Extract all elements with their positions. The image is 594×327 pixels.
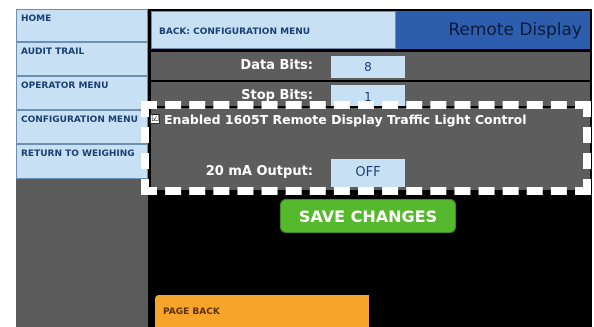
page-title: Remote Display bbox=[396, 11, 590, 49]
sidebar-item-return-to-weighing[interactable]: RETURN TO WEIGHING bbox=[16, 144, 148, 179]
sidebar-item-operator-menu[interactable]: OPERATOR MENU bbox=[16, 76, 148, 110]
data-bits-field[interactable]: 8 bbox=[331, 56, 405, 78]
frame: HOME AUDIT TRAIL OPERATOR MENU CONFIGURA… bbox=[0, 0, 594, 327]
sidebar-item-home[interactable]: HOME bbox=[16, 9, 148, 42]
sidebar-item-label: HOME bbox=[21, 14, 52, 24]
save-changes-button[interactable]: SAVE CHANGES bbox=[280, 199, 456, 233]
sidebar-item-configuration-menu[interactable]: CONFIGURATION MENU bbox=[16, 110, 148, 144]
sidebar-item-label: OPERATOR MENU bbox=[21, 81, 109, 91]
sidebar-item-audit-trail[interactable]: AUDIT TRAIL bbox=[16, 42, 148, 76]
sidebar-item-label: RETURN TO WEIGHING bbox=[21, 149, 135, 159]
back-configuration-menu-button[interactable]: BACK: CONFIGURATION MENU bbox=[151, 11, 396, 49]
page-back-label: PAGE BACK bbox=[163, 307, 220, 317]
data-bits-label: Data Bits: bbox=[240, 58, 313, 73]
back-button-label: BACK: CONFIGURATION MENU bbox=[159, 27, 311, 37]
sidebar-item-label: CONFIGURATION MENU bbox=[21, 115, 138, 125]
page-back-button[interactable]: PAGE BACK bbox=[155, 295, 369, 327]
sidebar-item-label: AUDIT TRAIL bbox=[21, 47, 85, 57]
sidebar-empty-area bbox=[16, 179, 148, 327]
highlight-dashed-outline bbox=[141, 101, 591, 195]
page-title-text: Remote Display bbox=[448, 20, 582, 40]
